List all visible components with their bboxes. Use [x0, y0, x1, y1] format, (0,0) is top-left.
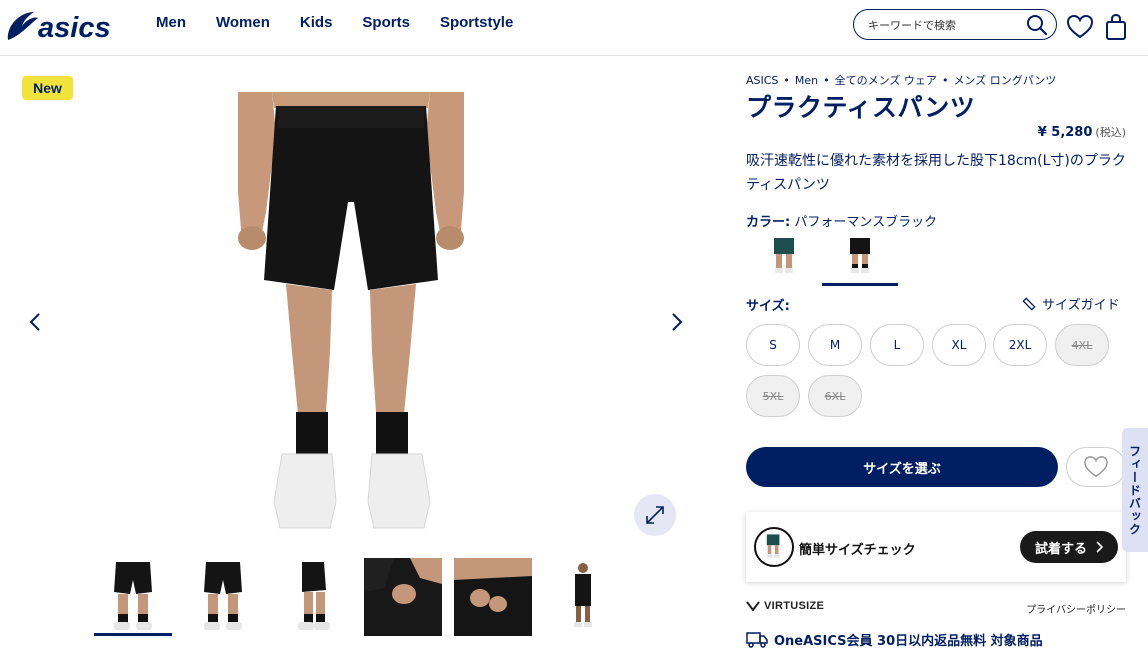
- breadcrumb-separator: •: [823, 74, 830, 87]
- zoom-button[interactable]: [634, 494, 676, 536]
- breadcrumb-asics[interactable]: ASICS: [746, 74, 778, 87]
- cart-bag-icon[interactable]: [1104, 13, 1128, 41]
- wishlist-heart-icon[interactable]: [1066, 14, 1094, 40]
- ruler-icon: [1022, 296, 1036, 311]
- product-title: プラクティスパンツ: [746, 93, 976, 122]
- fit-check-text: 簡単サイズチェック: [799, 543, 916, 558]
- main-nav: Men Women Kids Sports Sportstyle: [156, 14, 543, 31]
- size-5xl-button[interactable]: 5XL: [746, 375, 800, 417]
- nav-sportstyle[interactable]: Sportstyle: [440, 14, 513, 31]
- size-guide-label: サイズガイド: [1042, 298, 1120, 313]
- thumbnail-5[interactable]: [454, 558, 532, 636]
- add-to-wishlist-button[interactable]: [1066, 447, 1126, 487]
- nav-women[interactable]: Women: [216, 14, 270, 31]
- new-badge: New: [22, 76, 73, 100]
- search-box[interactable]: [853, 9, 1057, 40]
- thumbnail-1[interactable]: [94, 558, 172, 636]
- virtusize-label: VIRTUSIZE: [764, 600, 825, 612]
- breadcrumb-mens-long-pants[interactable]: メンズ ロングパンツ: [953, 74, 1056, 87]
- nav-men[interactable]: Men: [156, 14, 186, 31]
- try-on-label: 試着する: [1034, 541, 1087, 557]
- size-guide-link[interactable]: サイズガイド: [1022, 294, 1120, 313]
- product-price: ¥ 5,280 (税込): [1038, 124, 1126, 140]
- size-s-button[interactable]: S: [746, 324, 800, 366]
- color-swatch-black[interactable]: [822, 234, 898, 284]
- asics-wordmark: asics: [38, 12, 111, 44]
- fit-check-banner: 簡単サイズチェック 試着する: [746, 512, 1126, 582]
- size-l-button[interactable]: L: [870, 324, 924, 366]
- price-value: ¥ 5,280: [1037, 125, 1093, 140]
- breadcrumb-separator: •: [941, 74, 949, 87]
- thumbnail-3[interactable]: [274, 558, 352, 636]
- virtusize-logo-icon: [746, 601, 760, 611]
- asics-logo[interactable]: asics: [4, 6, 116, 46]
- size-xl-button[interactable]: XL: [932, 324, 986, 366]
- size-label: サイズ:: [746, 299, 790, 314]
- gallery-prev-arrow-icon[interactable]: [24, 310, 48, 334]
- search-input[interactable]: [868, 16, 1018, 34]
- chevron-right-icon: [1096, 541, 1103, 553]
- thumbnail-2[interactable]: [184, 558, 262, 636]
- product-description: 吸汗速乾性に優れた素材を採用した股下18cm(L寸)のプラクティスパンツ: [746, 153, 1126, 193]
- color-swatch-green[interactable]: [746, 234, 822, 284]
- thumbnail-4[interactable]: [364, 558, 442, 636]
- thumbnail-6[interactable]: [544, 558, 622, 636]
- breadcrumb: ASICS • Men • 全てのメンズ ウェア • メンズ ロングパンツ: [746, 72, 1056, 88]
- product-main-image[interactable]: [232, 92, 470, 532]
- return-policy-text: OneASICS会員 30日以内返品無料 対象商品: [774, 634, 1043, 649]
- privacy-policy-link[interactable]: プライバシーポリシー: [1026, 601, 1126, 616]
- color-row: カラー: パフォーマンスブラック: [746, 211, 937, 230]
- size-2xl-button[interactable]: 2XL: [993, 324, 1047, 366]
- breadcrumb-mens-wear[interactable]: 全てのメンズ ウェア: [835, 74, 937, 87]
- breadcrumb-separator: •: [783, 74, 790, 87]
- color-label: カラー:: [746, 215, 791, 230]
- select-size-button[interactable]: サイズを選ぶ: [746, 447, 1058, 487]
- thumbnail-strip: [94, 558, 634, 638]
- thumbnail-selected-indicator: [94, 633, 172, 636]
- size-4xl-button[interactable]: 4XL: [1055, 324, 1109, 366]
- breadcrumb-men[interactable]: Men: [795, 74, 818, 87]
- nav-sports[interactable]: Sports: [362, 14, 410, 31]
- tax-note: (税込): [1095, 126, 1126, 139]
- size-6xl-button[interactable]: 6XL: [808, 375, 862, 417]
- feedback-tab[interactable]: フィードバック: [1122, 428, 1148, 552]
- gallery-next-arrow-icon[interactable]: [664, 310, 688, 334]
- return-policy-row: OneASICS会員 30日以内返品無料 対象商品: [746, 630, 1043, 649]
- virtusize-brand: VIRTUSIZE: [746, 600, 824, 612]
- try-on-button[interactable]: 試着する: [1020, 531, 1118, 563]
- site-header: asics Men Women Kids Sports Sportstyle: [0, 0, 1148, 56]
- color-value: パフォーマンスブラック: [794, 215, 938, 230]
- fit-check-avatar: [754, 527, 794, 567]
- expand-icon: [646, 506, 664, 524]
- search-icon[interactable]: [1026, 14, 1048, 36]
- nav-kids[interactable]: Kids: [300, 14, 333, 31]
- size-m-button[interactable]: M: [808, 324, 862, 366]
- truck-return-icon: [746, 631, 768, 648]
- heart-icon: [1084, 456, 1108, 478]
- swatch-selected-indicator: [822, 283, 898, 286]
- feedback-label: フィードバック: [1127, 444, 1142, 536]
